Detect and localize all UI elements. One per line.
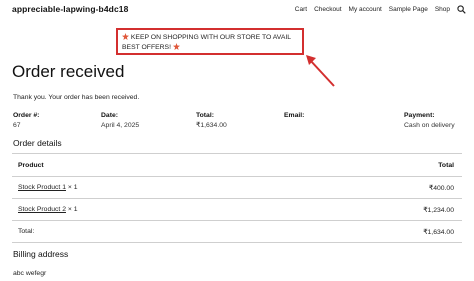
order-details-title: Order details <box>13 138 62 148</box>
order-date-label: Date: <box>101 112 118 119</box>
divider <box>12 242 462 243</box>
nav-my-account[interactable]: My account <box>349 6 382 13</box>
sparkle-emoji-icon <box>122 33 129 40</box>
row-total: ₹1,234.00 <box>423 207 454 214</box>
billing-address-title: Billing address <box>13 249 69 259</box>
page-title: Order received <box>12 62 125 81</box>
product-quantity: × 1 <box>67 184 78 191</box>
nav-shop[interactable]: Shop <box>435 6 450 13</box>
divider <box>12 153 462 154</box>
column-header-total: Total <box>438 162 454 169</box>
nav-checkout[interactable]: Checkout <box>314 6 341 13</box>
product-quantity: × 1 <box>67 206 78 213</box>
table-row: Stock Product 1 × 1 <box>18 184 78 191</box>
order-number-value: 67 <box>13 122 21 129</box>
order-date-value: April 4, 2025 <box>101 122 140 129</box>
row-total: ₹400.00 <box>428 185 454 192</box>
order-email-label: Email: <box>284 112 305 119</box>
product-link[interactable]: Stock Product 2 <box>18 206 66 213</box>
nav-sample-page[interactable]: Sample Page <box>389 6 428 13</box>
grand-total-value: ₹1,634.00 <box>423 229 454 236</box>
search-icon[interactable] <box>457 5 466 14</box>
divider <box>12 176 462 177</box>
product-link[interactable]: Stock Product 1 <box>18 184 66 191</box>
promo-notice: KEEP ON SHOPPING WITH OUR STORE TO AVAIL… <box>116 28 304 55</box>
site-title[interactable]: appreciable-lapwing-b4dc18 <box>12 4 128 14</box>
divider <box>12 198 462 199</box>
table-row: Stock Product 2 × 1 <box>18 206 78 213</box>
order-payment-label: Payment: <box>404 112 435 119</box>
order-number-label: Order #: <box>13 112 40 119</box>
annotation-arrow-icon <box>306 55 335 87</box>
sparkle-emoji-icon <box>172 42 180 50</box>
order-payment: Payment: Cash on delivery <box>404 111 455 131</box>
order-total-label: Total: <box>196 112 214 119</box>
main-nav: Cart Checkout My account Sample Page Sho… <box>295 5 466 14</box>
order-date: Date: April 4, 2025 <box>101 111 139 131</box>
promo-notice-text: KEEP ON SHOPPING WITH OUR STORE TO AVAIL… <box>122 34 291 51</box>
divider <box>12 220 462 221</box>
column-header-product: Product <box>18 162 44 169</box>
order-total-value: ₹1,634.00 <box>196 122 227 129</box>
billing-address-line: abc wefegr <box>13 270 47 277</box>
thank-you-message: Thank you. Your order has been received. <box>13 94 140 101</box>
order-number: Order #: 67 <box>13 111 39 131</box>
order-total: Total: ₹1,634.00 <box>196 111 227 131</box>
total-label: Total: <box>18 228 35 235</box>
order-payment-value: Cash on delivery <box>404 122 455 129</box>
nav-cart[interactable]: Cart <box>295 6 307 13</box>
order-email: Email: <box>284 111 304 121</box>
